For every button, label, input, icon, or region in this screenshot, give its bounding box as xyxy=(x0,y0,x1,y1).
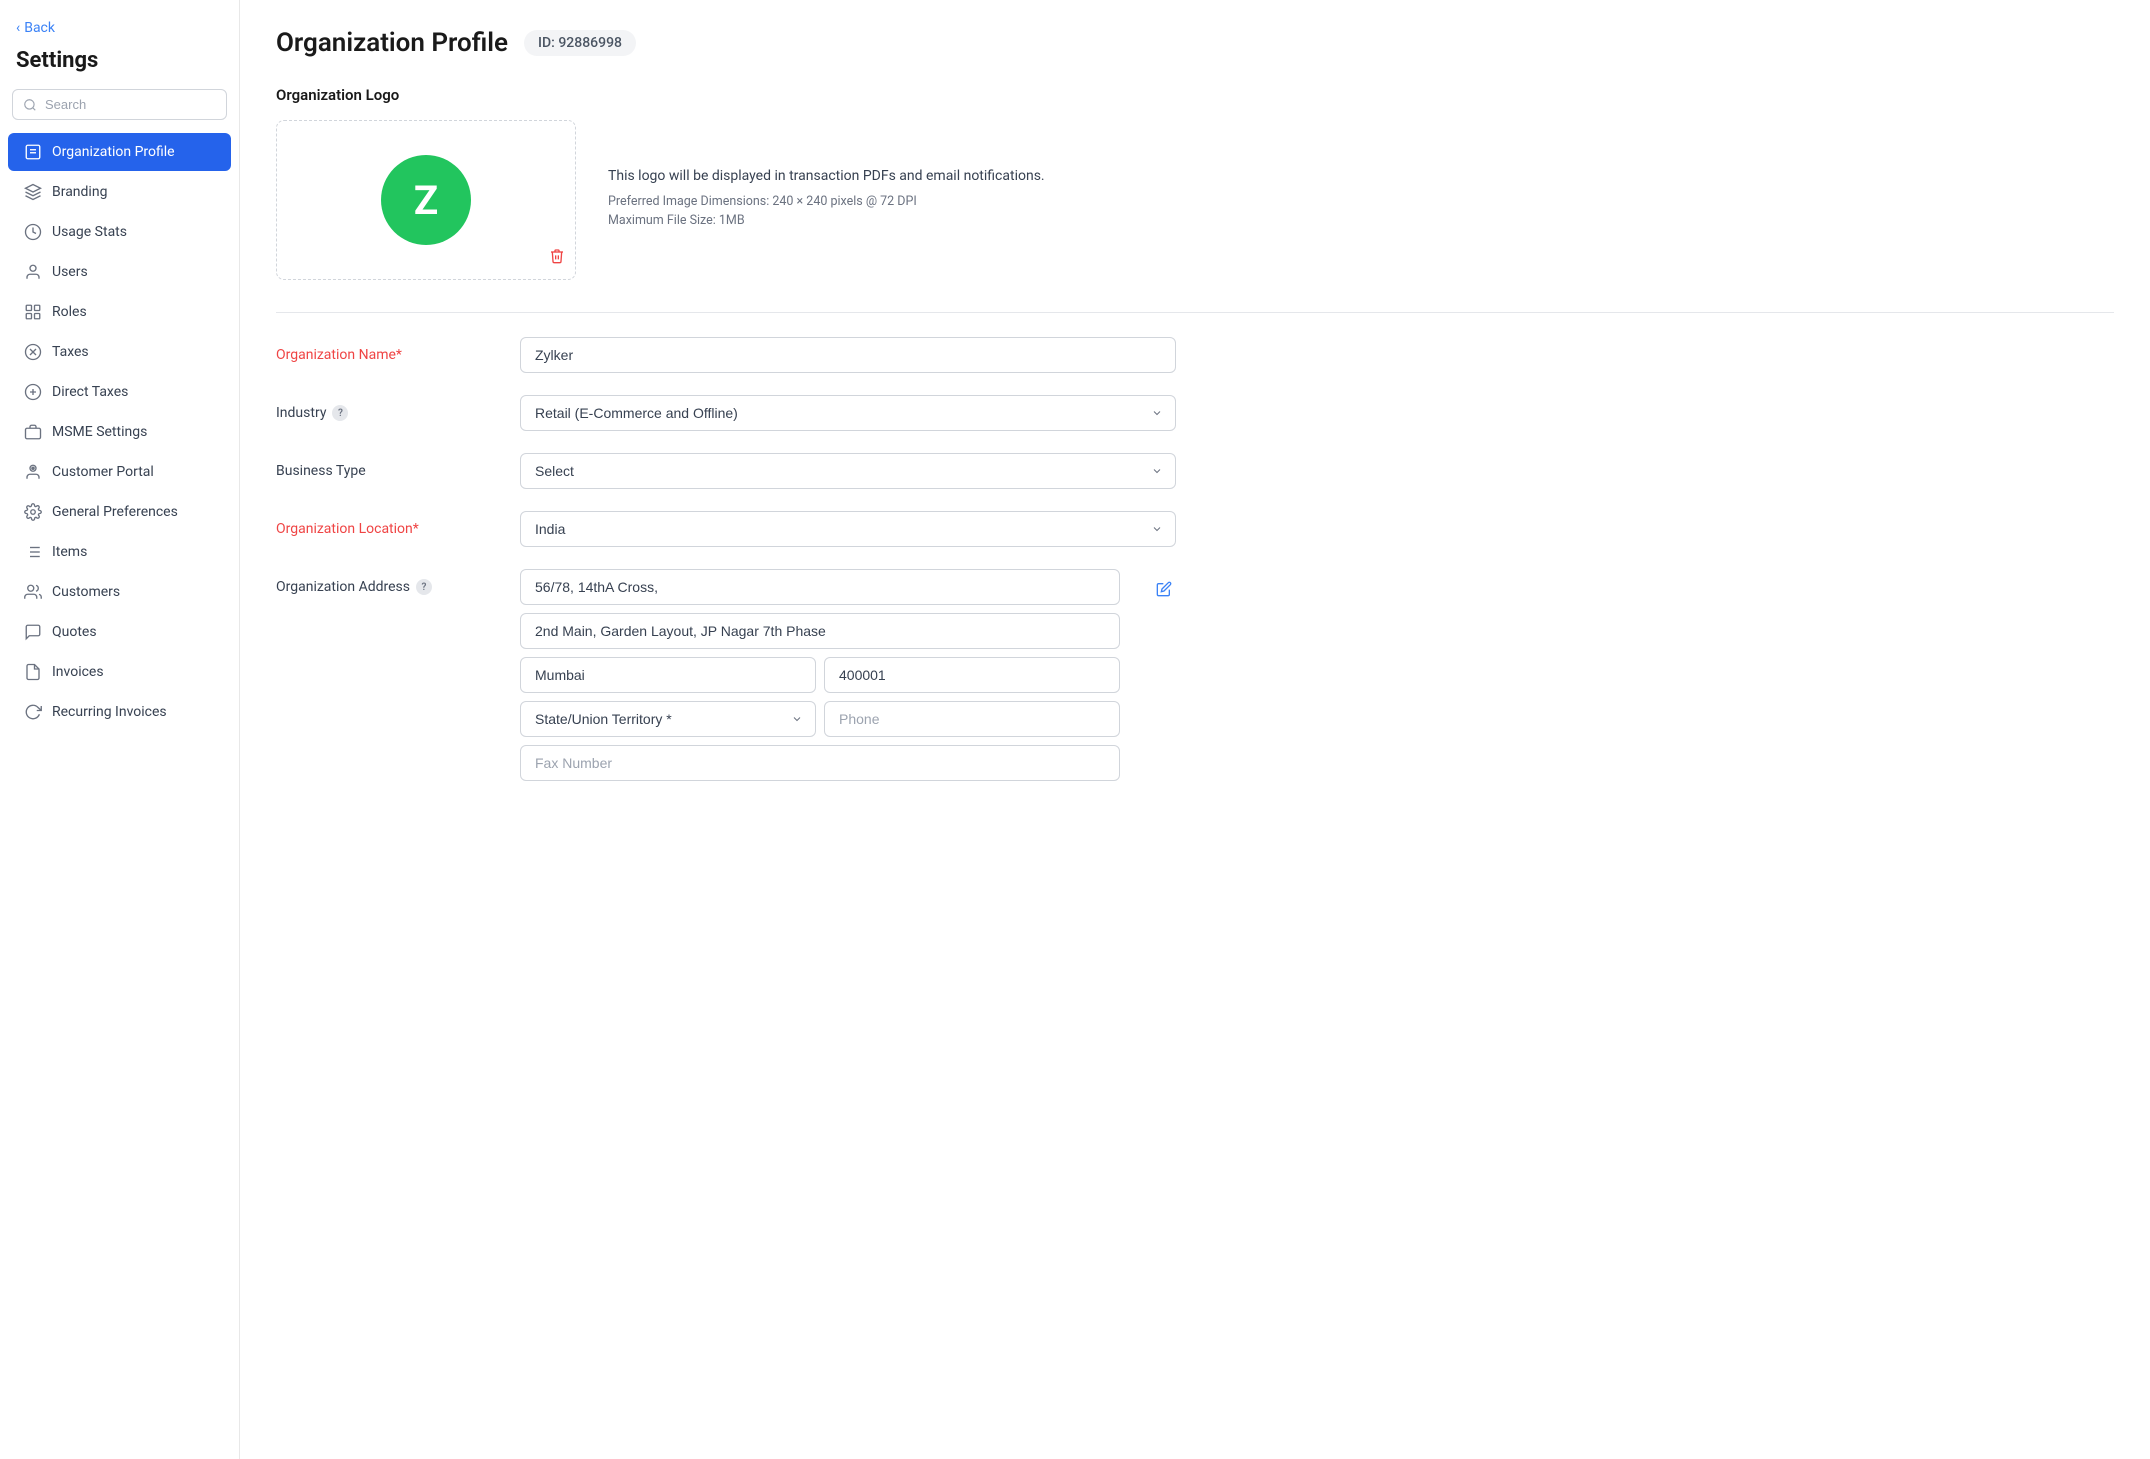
address-inputs: State/Union Territory * xyxy=(520,569,1120,781)
sidebar-item-org-profile[interactable]: Organization Profile xyxy=(8,133,231,171)
logo-letter: Z xyxy=(414,177,438,224)
address-state-select[interactable]: State/Union Territory * xyxy=(520,701,816,737)
sidebar-item-label: General Preferences xyxy=(52,504,178,520)
address-fax-input[interactable] xyxy=(520,745,1120,781)
address-help-icon[interactable]: ? xyxy=(416,579,432,595)
sidebar-item-label: Invoices xyxy=(52,664,104,680)
sidebar-nav: Organization Profile Branding Usage Stat… xyxy=(0,132,239,732)
logo-info: This logo will be displayed in transacti… xyxy=(608,168,1045,232)
address-line2-input[interactable] xyxy=(520,613,1120,649)
users-icon xyxy=(24,263,42,281)
sidebar-item-label: Items xyxy=(52,544,87,560)
org-name-label: Organization Name* xyxy=(276,337,496,363)
sidebar-item-label: Organization Profile xyxy=(52,144,175,160)
address-city-input[interactable] xyxy=(520,657,816,693)
search-icon xyxy=(23,98,37,112)
logo-info-dimensions: Preferred Image Dimensions: 240 × 240 pi… xyxy=(608,194,1045,209)
address-phone-input[interactable] xyxy=(824,701,1120,737)
sidebar-item-invoices[interactable]: Invoices xyxy=(8,653,231,691)
business-type-field: Select Sole Proprietor Partnership LLC xyxy=(520,453,1176,489)
sidebar-item-label: Customer Portal xyxy=(52,464,154,480)
sidebar-item-label: MSME Settings xyxy=(52,424,147,440)
sidebar-item-label: Customers xyxy=(52,584,120,600)
back-button[interactable]: ‹ Back xyxy=(0,16,239,44)
sidebar-item-label: Recurring Invoices xyxy=(52,704,167,720)
sidebar-item-label: Branding xyxy=(52,184,107,200)
page-header: Organization Profile ID: 92886998 xyxy=(276,28,2114,58)
org-location-row: Organization Location* India United Stat… xyxy=(276,511,1176,547)
search-input[interactable] xyxy=(45,97,216,112)
industry-field: Retail (E-Commerce and Offline) Technolo… xyxy=(520,395,1176,431)
page-title: Organization Profile xyxy=(276,28,508,58)
direct-taxes-icon xyxy=(24,383,42,401)
logo-upload-box[interactable]: Z xyxy=(276,120,576,280)
section-divider xyxy=(276,312,2114,313)
sidebar-item-branding[interactable]: Branding xyxy=(8,173,231,211)
logo-section-title: Organization Logo xyxy=(276,86,2114,104)
industry-label: Industry ? xyxy=(276,395,496,421)
quotes-icon xyxy=(24,623,42,641)
sidebar-item-direct-taxes[interactable]: Direct Taxes xyxy=(8,373,231,411)
address-line1-input[interactable] xyxy=(520,569,1120,605)
search-box[interactable] xyxy=(12,89,227,120)
msme-icon xyxy=(24,423,42,441)
customer-portal-icon xyxy=(24,463,42,481)
logo-delete-button[interactable] xyxy=(549,248,565,269)
taxes-icon xyxy=(24,343,42,361)
items-icon xyxy=(24,543,42,561)
sidebar: ‹ Back Settings Organization Profile Bra… xyxy=(0,0,240,1459)
sidebar-item-label: Quotes xyxy=(52,624,97,640)
sidebar-item-customer-portal[interactable]: Customer Portal xyxy=(8,453,231,491)
address-edit-button[interactable] xyxy=(1152,573,1176,610)
org-address-row: Organization Address ? State/Union Terri… xyxy=(276,569,1176,781)
sidebar-item-customers[interactable]: Customers xyxy=(8,573,231,611)
sidebar-item-label: Roles xyxy=(52,304,87,320)
invoices-icon xyxy=(24,663,42,681)
logo-circle: Z xyxy=(381,155,471,245)
sidebar-item-taxes[interactable]: Taxes xyxy=(8,333,231,371)
sidebar-item-label: Users xyxy=(52,264,88,280)
industry-select[interactable]: Retail (E-Commerce and Offline) Technolo… xyxy=(520,395,1176,431)
usage-stats-icon xyxy=(24,223,42,241)
org-profile-icon xyxy=(24,143,42,161)
back-label: Back xyxy=(24,20,55,36)
recurring-invoices-icon xyxy=(24,703,42,721)
sidebar-item-general-prefs[interactable]: General Preferences xyxy=(8,493,231,531)
branding-icon xyxy=(24,183,42,201)
sidebar-item-label: Usage Stats xyxy=(52,224,127,240)
id-badge: ID: 92886998 xyxy=(524,30,636,56)
sidebar-item-quotes[interactable]: Quotes xyxy=(8,613,231,651)
sidebar-item-items[interactable]: Items xyxy=(8,533,231,571)
business-type-select[interactable]: Select Sole Proprietor Partnership LLC xyxy=(520,453,1176,489)
org-location-label: Organization Location* xyxy=(276,511,496,537)
back-arrow-icon: ‹ xyxy=(16,20,20,36)
sidebar-title: Settings xyxy=(0,44,239,89)
sidebar-item-msme[interactable]: MSME Settings xyxy=(8,413,231,451)
org-name-field xyxy=(520,337,1176,373)
sidebar-item-usage-stats[interactable]: Usage Stats xyxy=(8,213,231,251)
org-address-label: Organization Address ? xyxy=(276,569,496,595)
sidebar-item-roles[interactable]: Roles xyxy=(8,293,231,331)
general-prefs-icon xyxy=(24,503,42,521)
address-zip-input[interactable] xyxy=(824,657,1120,693)
business-type-row: Business Type Select Sole Proprietor Par… xyxy=(276,453,1176,489)
sidebar-item-label: Direct Taxes xyxy=(52,384,128,400)
business-type-label: Business Type xyxy=(276,453,496,479)
org-location-field: India United States United Kingdom xyxy=(520,511,1176,547)
industry-help-icon[interactable]: ? xyxy=(332,405,348,421)
logo-section: Organization Logo Z This logo will be di… xyxy=(276,86,2114,280)
industry-row: Industry ? Retail (E-Commerce and Offlin… xyxy=(276,395,1176,431)
customers-icon xyxy=(24,583,42,601)
logo-info-size: Maximum File Size: 1MB xyxy=(608,213,1045,228)
main-content: Organization Profile ID: 92886998 Organi… xyxy=(240,0,2150,1459)
org-name-input[interactable] xyxy=(520,337,1176,373)
org-location-select[interactable]: India United States United Kingdom xyxy=(520,511,1176,547)
logo-info-main: This logo will be displayed in transacti… xyxy=(608,168,1045,184)
sidebar-item-users[interactable]: Users xyxy=(8,253,231,291)
form-section: Organization Name* Industry ? Retail (E-… xyxy=(276,337,1176,781)
roles-icon xyxy=(24,303,42,321)
sidebar-item-label: Taxes xyxy=(52,344,89,360)
org-name-row: Organization Name* xyxy=(276,337,1176,373)
sidebar-item-recurring-invoices[interactable]: Recurring Invoices xyxy=(8,693,231,731)
